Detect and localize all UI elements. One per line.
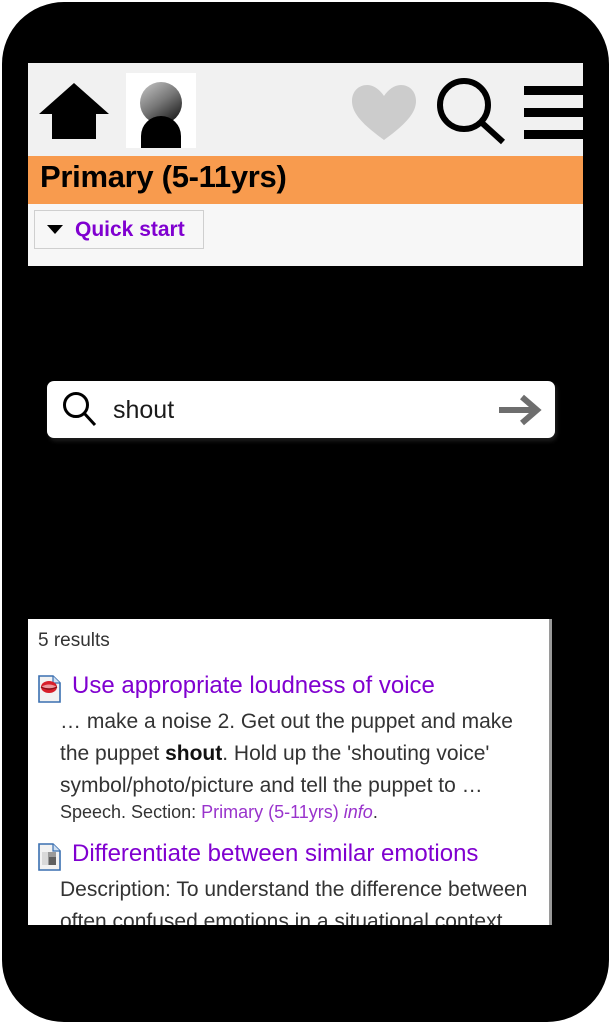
results-count: 5 results <box>38 630 110 651</box>
quick-start-bar: Quick start <box>28 204 583 266</box>
result-snippet: … make a noise 2. Get out the puppet and… <box>60 706 545 802</box>
search-icon <box>61 391 99 429</box>
document-speech-icon <box>37 675 63 703</box>
snippet-before: Description: To understand the differenc… <box>60 878 528 925</box>
result-title-link[interactable]: Use appropriate loudness of voice <box>72 672 435 700</box>
meta-section-link[interactable]: Primary (5-11yrs) <box>201 802 339 822</box>
search-icon[interactable] <box>432 75 510 147</box>
quick-start-label: Quick start <box>75 217 185 241</box>
hamburger-menu-icon[interactable] <box>522 83 583 141</box>
menu-line-2 <box>524 108 583 117</box>
result-snippet: Description: To understand the differenc… <box>60 874 545 925</box>
account-avatar-icon[interactable] <box>126 73 196 148</box>
home-icon[interactable] <box>38 81 110 141</box>
quick-start-button[interactable]: Quick start <box>34 210 204 249</box>
results-right-gutter <box>549 619 583 925</box>
section-title-bar: Primary (5-11yrs) <box>28 156 583 204</box>
snippet-highlight: shout <box>165 742 223 765</box>
heart-icon[interactable] <box>350 83 418 141</box>
menu-line-3 <box>524 130 583 139</box>
meta-prefix: Speech. Section: <box>60 802 202 822</box>
search-submit-button[interactable] <box>493 391 547 429</box>
menu-line-1 <box>524 86 583 95</box>
result-title-link[interactable]: Differentiate between similar emotions <box>72 840 478 868</box>
scrollbar[interactable] <box>549 619 552 925</box>
page-title: Primary (5-11yrs) <box>40 159 287 194</box>
search-results-panel: 5 results Use appropriate loudness of vo… <box>28 619 549 925</box>
search-input[interactable] <box>113 391 513 429</box>
result-meta: Speech. Section: Primary (5-11yrs) info. <box>60 802 378 823</box>
meta-info-link[interactable]: info <box>344 802 373 822</box>
meta-suffix: . <box>372 802 378 822</box>
document-image-icon <box>37 843 63 871</box>
app-viewport: Primary (5-11yrs) Quick start shout 5 re… <box>28 63 583 925</box>
search-section <box>28 266 583 619</box>
top-icon-bar <box>28 63 583 156</box>
search-box[interactable] <box>47 381 555 438</box>
chevron-down-icon <box>47 225 63 234</box>
